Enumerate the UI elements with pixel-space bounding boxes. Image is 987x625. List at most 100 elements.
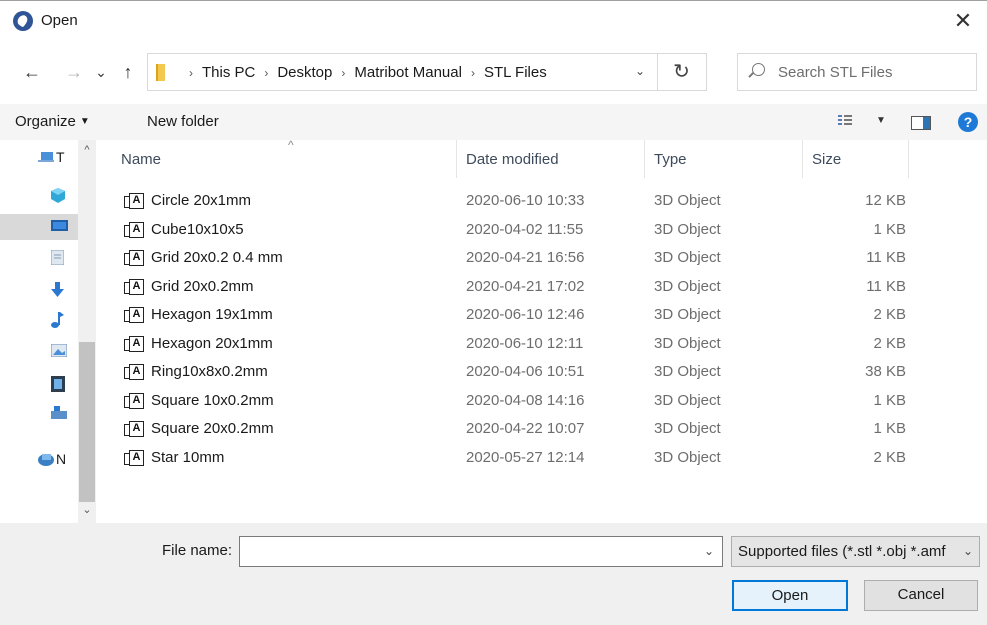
open-button[interactable]: Open: [732, 580, 848, 611]
caret-down-icon: ▼: [79, 116, 90, 127]
view-dropdown-caret-icon[interactable]: ▼: [876, 115, 886, 126]
file-date-modified: 2020-04-08 14:16: [466, 391, 585, 409]
3d-objects-icon: [51, 188, 66, 203]
nav-pane-item[interactable]: [0, 338, 78, 364]
file-row[interactable]: A Hexagon 19x1mm 2020-06-10 12:46 3D Object…: [96, 301, 987, 329]
column-divider[interactable]: [456, 140, 457, 178]
3d-object-file-icon: A: [124, 221, 144, 238]
breadcrumb-item[interactable]: STL Files: [484, 64, 547, 81]
forward-arrow-icon[interactable]: →: [63, 60, 85, 84]
nav-pane-item[interactable]: [0, 182, 78, 208]
this-pc-icon: [38, 150, 54, 163]
file-name: Circle 20x1mm: [151, 192, 252, 209]
column-header-size[interactable]: Size: [812, 151, 841, 168]
file-name: Hexagon 20x1mm: [151, 334, 273, 352]
file-row[interactable]: A Grid 20x0.2mm 2020-04-21 17:02 3D Object 1…: [96, 273, 987, 301]
file-row[interactable]: A Star 10mm 2020-05-27 12:14 3D Object 2 KB: [96, 444, 987, 472]
breadcrumb-item[interactable]: Desktop: [277, 64, 332, 81]
file-type: 3D Object: [654, 306, 721, 323]
file-size: 1 KB: [873, 391, 906, 409]
column-divider[interactable]: [644, 140, 645, 178]
breadcrumb-item[interactable]: Matribot Manual: [354, 64, 462, 81]
nav-pane-item[interactable]: [0, 370, 78, 396]
file-row[interactable]: A Square 10x0.2mm 2020-04-08 14:16 3D Objec…: [96, 387, 987, 415]
3d-object-file-icon: A: [124, 392, 144, 409]
close-icon[interactable]: ✕: [949, 7, 977, 35]
breadcrumb-item[interactable]: This PC: [202, 64, 255, 81]
file-size: 11 KB: [866, 277, 906, 295]
desktop-icon: [51, 220, 68, 233]
window-title: Open: [41, 12, 78, 29]
breadcrumb-separator-icon[interactable]: ›: [189, 66, 193, 80]
column-divider[interactable]: [908, 140, 909, 178]
file-type-value: Supported files (*.stl *.obj *.amf: [738, 543, 946, 560]
column-divider[interactable]: [802, 140, 803, 178]
column-header-date[interactable]: Date modified: [466, 151, 559, 168]
network-icon: [38, 452, 54, 466]
file-type-select[interactable]: Supported files (*.stl *.obj *.amf ⌄: [731, 536, 980, 567]
organize-menu-button[interactable]: Organize ▼: [15, 113, 90, 130]
nav-pane-item[interactable]: [0, 400, 78, 426]
new-folder-button[interactable]: New folder: [147, 113, 219, 130]
nav-pane-item[interactable]: T: [0, 144, 78, 170]
file-name-dropdown-chevron-icon[interactable]: ⌄: [704, 544, 714, 558]
nav-pane-item[interactable]: [0, 214, 78, 240]
back-arrow-icon[interactable]: ←: [21, 60, 43, 84]
file-size: 38 KB: [865, 363, 906, 380]
nav-pane-item[interactable]: [0, 276, 78, 302]
nav-scrollbar[interactable]: ^ ⌄: [78, 140, 96, 523]
nav-pane-item[interactable]: N: [0, 446, 78, 472]
documents-icon: [50, 249, 66, 266]
breadcrumb-separator-icon[interactable]: ›: [471, 66, 475, 80]
file-row[interactable]: A Ring10x8x0.2mm 2020-04-06 10:51 3D Object…: [96, 358, 987, 386]
file-row[interactable]: A Cube10x10x5 2020-04-02 11:55 3D Object 1 K…: [96, 216, 987, 244]
file-name: Grid 20x0.2mm: [151, 277, 254, 295]
address-bar[interactable]: › This PC › Desktop › Matribot Manual › STL Fil…: [147, 53, 658, 91]
file-name: Square 10x0.2mm: [151, 391, 274, 409]
refresh-button[interactable]: ↻: [657, 53, 707, 91]
file-row[interactable]: A Hexagon 20x1mm 2020-06-10 12:11 3D Object…: [96, 330, 987, 358]
breadcrumb-separator-icon[interactable]: ›: [341, 66, 345, 80]
3d-object-file-icon: A: [124, 193, 144, 209]
folder-icon: [156, 64, 165, 81]
file-size: 12 KB: [865, 192, 906, 209]
file-name: Star 10mm: [151, 448, 225, 466]
file-type: 3D Object: [654, 448, 721, 466]
scroll-thumb[interactable]: [79, 342, 95, 502]
nav-pane-item[interactable]: [0, 244, 78, 270]
column-header-name[interactable]: Name: [121, 151, 161, 168]
title-bar: Open ✕: [0, 0, 987, 40]
scroll-up-icon[interactable]: ^: [78, 144, 96, 156]
file-row[interactable]: A Square 20x0.2mm 2020-04-22 10:07 3D Objec…: [96, 415, 987, 443]
file-row[interactable]: A Grid 20x0.2 0.4 mm 2020-04-21 16:56 3D Ob…: [96, 244, 987, 272]
help-icon[interactable]: ?: [958, 112, 978, 132]
file-row[interactable]: A Circle 20x1mm 2020-06-10 10:33 3D Object 1…: [96, 187, 987, 215]
view-options-icon[interactable]: [838, 115, 852, 129]
file-name: Hexagon 19x1mm: [151, 306, 273, 323]
preview-pane-icon[interactable]: [911, 116, 931, 130]
up-arrow-icon[interactable]: ↑: [117, 60, 139, 84]
breadcrumb-separator-icon[interactable]: ›: [264, 66, 268, 80]
3d-object-file-icon: A: [124, 307, 144, 323]
dialog-footer: File name: ⌄ Supported files (*.stl *.ob…: [0, 523, 987, 625]
scroll-down-icon[interactable]: ⌄: [78, 503, 96, 516]
file-type: 3D Object: [654, 334, 721, 352]
downloads-icon: [51, 282, 66, 297]
cancel-button[interactable]: Cancel: [864, 580, 978, 611]
file-date-modified: 2020-04-21 16:56: [466, 249, 585, 266]
file-date-modified: 2020-04-22 10:07: [466, 420, 585, 437]
column-header-type[interactable]: Type: [654, 151, 687, 168]
recent-locations-chevron-icon[interactable]: ⌄: [90, 60, 112, 84]
file-size: 11 KB: [866, 249, 906, 266]
file-name-input[interactable]: ⌄: [239, 536, 723, 567]
address-dropdown-chevron-icon[interactable]: ⌄: [635, 64, 645, 78]
file-type-dropdown-chevron-icon[interactable]: ⌄: [959, 537, 973, 566]
column-header-row: ^ Name Date modified Type Size: [96, 138, 987, 178]
file-size: 2 KB: [873, 306, 906, 323]
search-input[interactable]: Search STL Files: [737, 53, 977, 91]
nav-pane-item[interactable]: [0, 306, 78, 332]
file-date-modified: 2020-04-21 17:02: [466, 277, 585, 295]
search-placeholder: Search STL Files: [778, 64, 893, 81]
file-date-modified: 2020-06-10 10:33: [466, 192, 585, 209]
file-type: 3D Object: [654, 192, 721, 209]
